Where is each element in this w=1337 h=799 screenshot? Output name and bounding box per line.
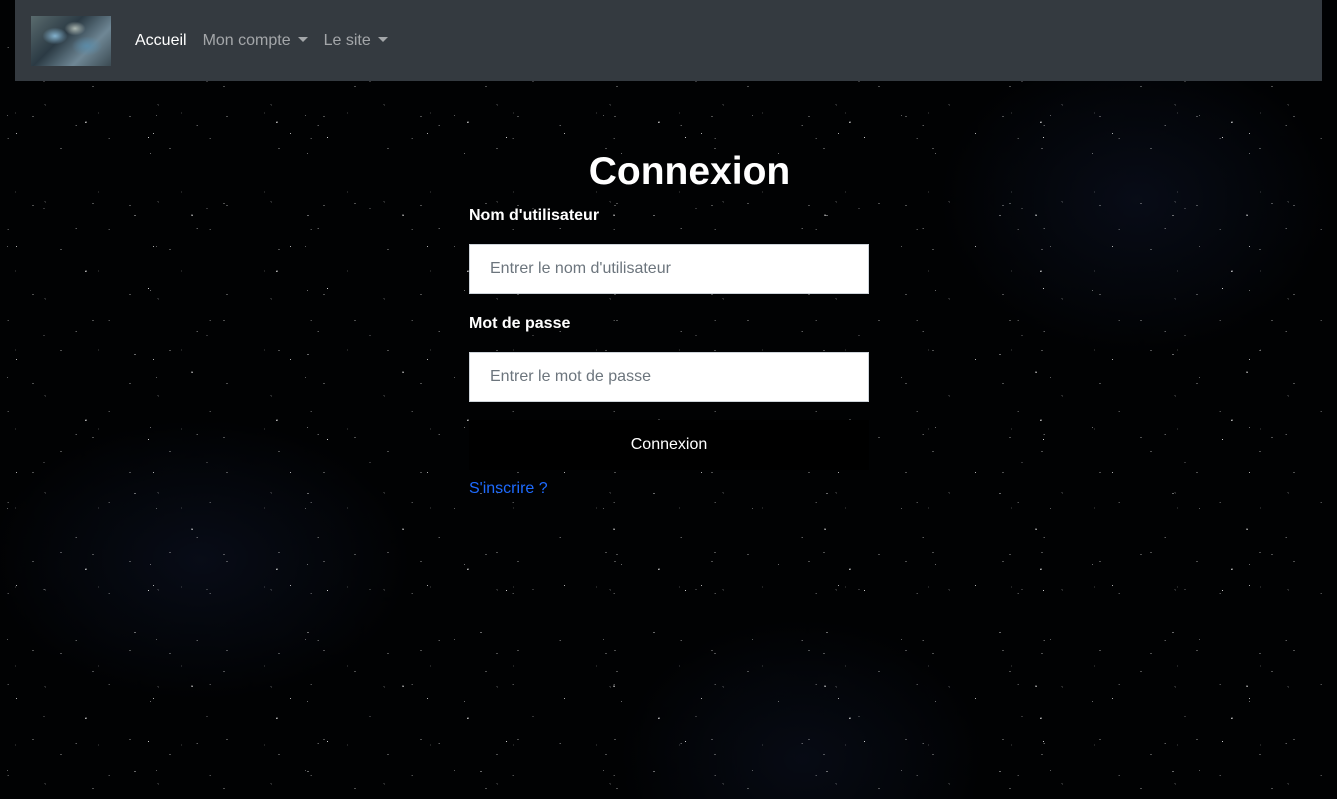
brand-logo[interactable] bbox=[31, 15, 111, 66]
nav-link-accueil[interactable]: Accueil bbox=[135, 32, 195, 50]
caret-down-icon bbox=[297, 37, 308, 42]
nav-dropdown-mon-compte-label: Mon compte bbox=[202, 31, 291, 49]
nav-dropdown-mon-compte[interactable]: Mon compte bbox=[195, 32, 316, 50]
caret-down-icon bbox=[377, 37, 388, 42]
username-input[interactable] bbox=[469, 244, 869, 294]
nav-dropdown-le-site-label: Le site bbox=[323, 31, 371, 49]
password-input[interactable] bbox=[469, 352, 869, 402]
register-link[interactable]: S'inscrire ? bbox=[469, 480, 548, 498]
nav-link-accueil-label: Accueil bbox=[135, 31, 187, 49]
password-label: Mot de passe bbox=[469, 315, 571, 332]
page-title: Connexion bbox=[588, 150, 791, 193]
login-button[interactable]: Connexion bbox=[469, 420, 869, 470]
nav-items: Accueil Mon compte Le site bbox=[135, 32, 396, 50]
username-label: Nom d'utilisateur bbox=[469, 207, 600, 224]
navbar: Accueil Mon compte Le site bbox=[15, 0, 1322, 81]
login-form: Nom d'utilisateur Mot de passe Connexion… bbox=[469, 206, 869, 498]
nav-dropdown-le-site[interactable]: Le site bbox=[316, 32, 396, 50]
